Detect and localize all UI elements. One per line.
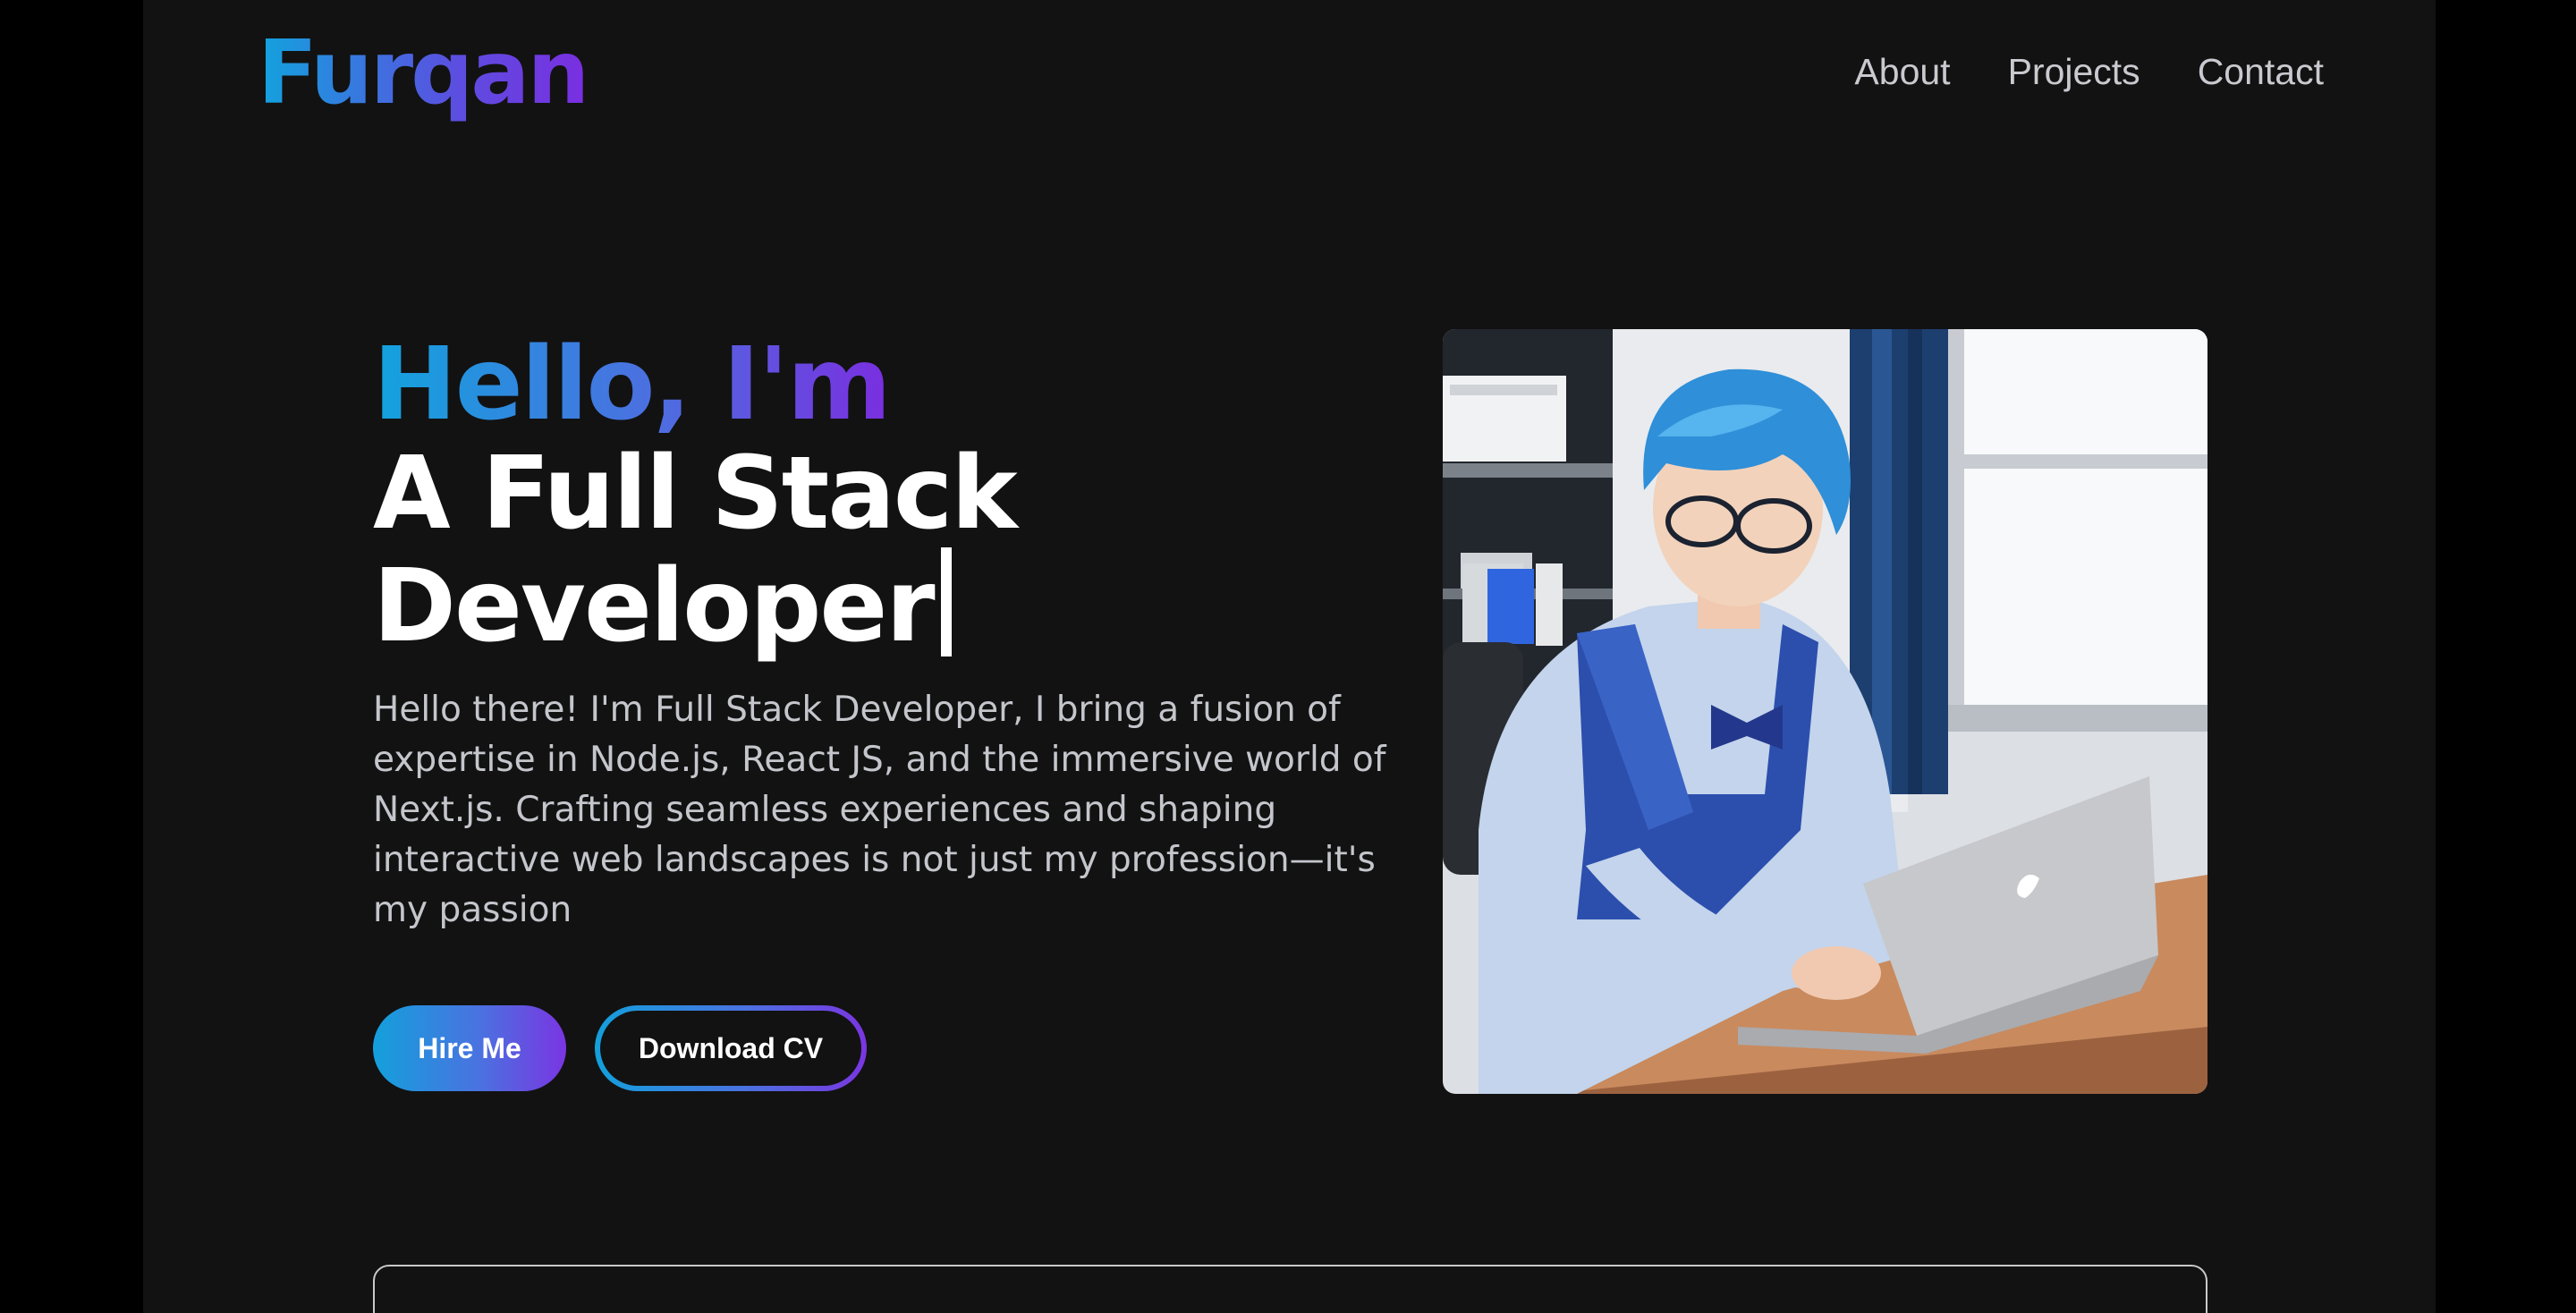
hero-description: Hello there! I'm Full Stack Developer, I…: [373, 690, 1386, 930]
nav-link-contact[interactable]: Contact: [2198, 43, 2324, 100]
hero-greeting: Hello, I'm: [373, 326, 892, 443]
hire-me-button[interactable]: Hire Me: [373, 1005, 566, 1091]
hero-role-text: A Full Stack Developer: [373, 436, 1018, 665]
content-card: [373, 1265, 2207, 1313]
page-container: Furqan About Projects Contact Hello, I'm…: [143, 0, 2436, 1313]
hero-role: A Full Stack Developer: [373, 440, 1178, 660]
brand-logo[interactable]: Furqan: [258, 20, 589, 127]
nav-link-projects[interactable]: Projects: [2008, 43, 2140, 100]
download-cv-button[interactable]: Download CV: [595, 1005, 867, 1091]
hero-section: Hello, I'm A Full Stack Developer Hello …: [373, 329, 1554, 1091]
typing-cursor: [940, 547, 952, 656]
hero-actions: Hire Me Download CV: [373, 1005, 1554, 1091]
download-cv-label: Download CV: [600, 1011, 861, 1086]
top-navigation: About Projects Contact: [1854, 43, 2324, 100]
nav-link-about[interactable]: About: [1854, 43, 1950, 100]
hero-portrait-image: [1443, 329, 2207, 1094]
